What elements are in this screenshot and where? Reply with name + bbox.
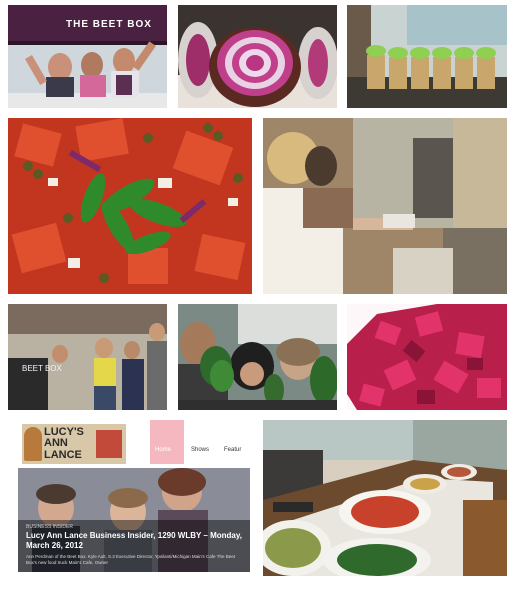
nav-features-label: Featur — [224, 447, 242, 453]
photo-greens-held — [178, 304, 337, 410]
nav-home[interactable]: Home — [150, 420, 184, 464]
truck-sign: THE BEET BOX — [66, 19, 152, 30]
photo-cups-on-counter — [347, 5, 507, 108]
post-excerpt: Ann Perdman of the Beet Box. Kyle Ault, … — [26, 554, 235, 565]
blog-screenshot: LUCY'S ANN LANCE Home Shows Featur BUSIN… — [8, 420, 252, 572]
nav-shows-label: Shows — [191, 447, 210, 453]
chalkboard-sign: BEET BOX — [22, 364, 62, 373]
logo-line-3: LANCE — [44, 449, 82, 461]
nav-shows[interactable]: Shows — [184, 420, 218, 464]
logo-line-2: ANN — [44, 437, 68, 449]
post-meta: BUSINESS INSIDER — [26, 524, 73, 530]
photo-service-window — [263, 118, 507, 294]
radio-show-logo: LUCY'S ANN LANCE — [22, 424, 126, 464]
photo-buffet-table — [263, 420, 507, 576]
nav-home-label: Home — [155, 447, 172, 453]
photo-truck-crew: THE BEET BOX — [8, 5, 167, 108]
photo-salad-closeup — [8, 118, 252, 294]
photo-diced-beets — [347, 304, 507, 410]
nav-features[interactable]: Featur — [218, 420, 252, 464]
post-image: BUSINESS INSIDER Lucy Ann Lance Business… — [18, 468, 250, 572]
photo-crew-at-truck: BEET BOX — [8, 304, 167, 410]
post-title[interactable]: Lucy Ann Lance Business Insider, 1290 WL… — [26, 531, 244, 551]
photo-beet-halves — [178, 5, 337, 108]
